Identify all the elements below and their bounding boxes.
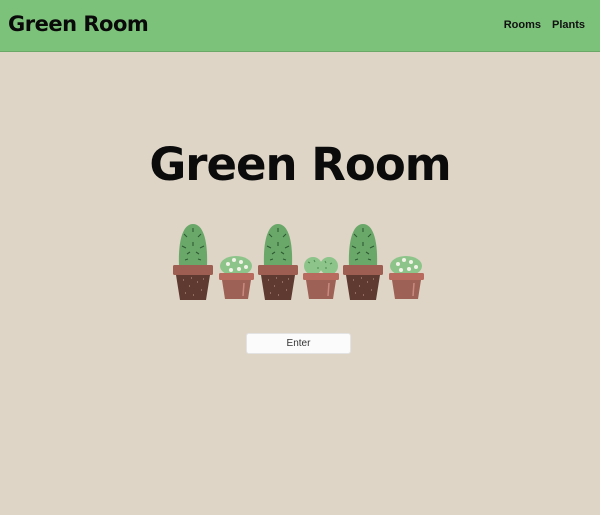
tall-cactus-3 bbox=[343, 224, 383, 300]
hero-title: Green Room bbox=[149, 138, 451, 191]
nav-link-plants[interactable]: Plants bbox=[552, 19, 585, 31]
round-cactus-2 bbox=[389, 256, 424, 299]
nav-links: Rooms Plants bbox=[504, 19, 585, 31]
bunny-cactus bbox=[303, 257, 339, 299]
nav-link-rooms[interactable]: Rooms bbox=[504, 19, 541, 31]
cactus-illustration bbox=[173, 224, 424, 300]
tall-cactus-1 bbox=[173, 224, 213, 300]
round-cactus-1 bbox=[219, 256, 254, 299]
tall-cactus-2 bbox=[258, 224, 298, 300]
navbar: Green Room Rooms Plants bbox=[0, 0, 600, 52]
brand-logo[interactable]: Green Room bbox=[8, 12, 149, 36]
enter-button[interactable]: Enter bbox=[246, 333, 351, 354]
